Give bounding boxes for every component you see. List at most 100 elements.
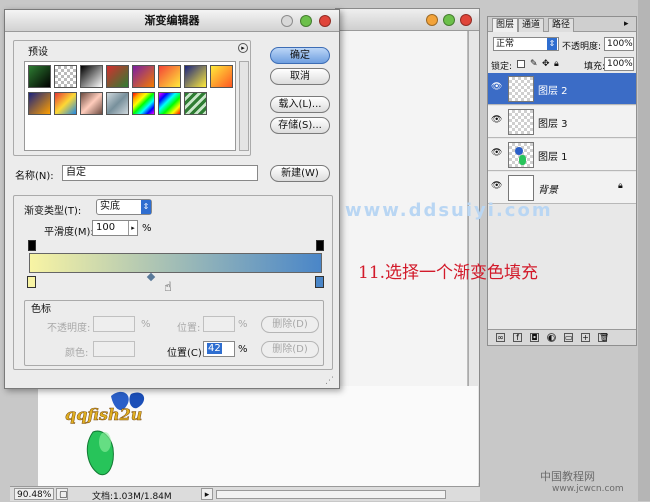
- blend-mode-select[interactable]: 正常 ⇕: [493, 37, 559, 51]
- lock-all-icon[interactable]: 🔒︎: [554, 59, 559, 69]
- location-input: [203, 316, 235, 332]
- eye-icon[interactable]: 👁︎: [491, 182, 502, 191]
- site-url: www.jcwcn.com: [552, 484, 624, 494]
- layer-row[interactable]: 👁︎ 图层 3: [488, 106, 636, 138]
- close-icon[interactable]: [460, 14, 472, 26]
- zoom-level[interactable]: 90.48%: [14, 488, 54, 500]
- layer-name: 图层 3: [538, 119, 568, 130]
- preset-swatch[interactable]: [210, 65, 233, 88]
- color-label: 颜色:: [65, 348, 89, 359]
- color-stop-right[interactable]: [315, 276, 324, 288]
- dropdown-arrow-icon: ⇕: [547, 38, 557, 50]
- stepper-arrow-icon[interactable]: ▸: [128, 221, 137, 235]
- smoothness-value: 100: [96, 222, 116, 233]
- fill-label: 填充:: [584, 62, 606, 72]
- eye-icon[interactable]: 👁︎: [491, 116, 502, 125]
- preset-swatch[interactable]: [28, 65, 51, 88]
- color-swatch: [93, 341, 135, 357]
- trash-icon[interactable]: 🗑︎: [598, 333, 609, 342]
- preset-swatch[interactable]: [184, 65, 207, 88]
- color-stop-left[interactable]: [27, 276, 36, 288]
- presets-scrollbar[interactable]: [239, 61, 249, 151]
- opacity-label: 不透明度:: [562, 42, 602, 52]
- lock-icon: 🔒︎: [618, 181, 623, 191]
- location2-unit: %: [238, 344, 248, 355]
- smoothness-label: 平滑度(M):: [44, 227, 94, 238]
- layer-style-icon[interactable]: f: [513, 333, 522, 342]
- smoothness-input[interactable]: 100 ▸: [92, 220, 138, 236]
- minimize-icon[interactable]: [426, 14, 438, 26]
- preset-swatch[interactable]: [28, 92, 51, 115]
- preset-swatch[interactable]: [158, 92, 181, 115]
- layer-row[interactable]: 👁︎ 图层 2: [488, 73, 636, 105]
- gradient-preview-bar[interactable]: [29, 253, 322, 273]
- name-label: 名称(N):: [15, 171, 54, 182]
- group-icon[interactable]: ▭: [564, 333, 573, 342]
- preset-swatch[interactable]: [54, 92, 77, 115]
- preset-swatch[interactable]: [106, 65, 129, 88]
- layer-name: 背景: [538, 185, 558, 196]
- horizontal-scrollbar[interactable]: [216, 490, 446, 499]
- new-button[interactable]: 新建(W): [270, 165, 330, 182]
- eye-icon[interactable]: 👁︎: [491, 149, 502, 158]
- opacity-stop-right[interactable]: [316, 240, 324, 251]
- fill-input[interactable]: 100%: [604, 57, 634, 71]
- status-arrow-icon[interactable]: ▸: [201, 488, 213, 500]
- delete-opacity-button[interactable]: 删除(D): [261, 316, 319, 333]
- gradient-type-label: 渐变类型(T):: [24, 206, 82, 217]
- opacity-input[interactable]: 100%: [604, 37, 634, 51]
- tab-channels[interactable]: 通道: [518, 18, 545, 32]
- opacity-label: 不透明度:: [47, 323, 91, 334]
- adjustment-icon[interactable]: ◐: [547, 333, 556, 342]
- midpoint-diamond[interactable]: [146, 272, 156, 282]
- opacity-unit: %: [141, 319, 151, 330]
- zoom-icon[interactable]: [300, 15, 312, 27]
- layer-name: 图层 2: [538, 86, 568, 97]
- layer-row[interactable]: 👁︎ 图层 1: [488, 139, 636, 171]
- status-menu-icon[interactable]: ▢: [56, 488, 68, 500]
- status-bar: 90.48% ▢ 文档:1.03M/1.84M ▸: [10, 486, 480, 502]
- layer-name: 图层 1: [538, 152, 568, 163]
- delete-color-button[interactable]: 删除(D): [261, 341, 319, 358]
- canvas-lower[interactable]: qqfish2u: [38, 386, 478, 488]
- eye-icon[interactable]: 👁︎: [491, 83, 502, 92]
- load-button[interactable]: 载入(L)...: [270, 96, 330, 113]
- resize-grip-icon[interactable]: ⋰: [325, 376, 334, 386]
- close-icon[interactable]: [319, 15, 331, 27]
- lock-label: 锁定:: [491, 62, 513, 72]
- tab-paths[interactable]: 路径: [548, 18, 575, 32]
- presets-group: 预设 ▸: [13, 40, 251, 156]
- preset-swatch[interactable]: [210, 92, 233, 115]
- new-layer-icon[interactable]: +: [581, 333, 590, 342]
- preset-swatch[interactable]: [80, 65, 103, 88]
- opacity-stop-left[interactable]: [28, 240, 36, 251]
- presets-menu-icon[interactable]: ▸: [238, 43, 248, 53]
- preset-swatch[interactable]: [184, 92, 207, 115]
- zoom-icon[interactable]: [443, 14, 455, 26]
- name-input[interactable]: 自定: [62, 165, 258, 181]
- location-label: 位置:: [177, 323, 201, 334]
- preset-swatch[interactable]: [54, 65, 77, 88]
- panel-menu-icon[interactable]: ▸: [624, 19, 629, 29]
- preset-swatch[interactable]: [158, 65, 181, 88]
- cancel-button[interactable]: 取消: [270, 68, 330, 85]
- gradient-settings-group: 渐变类型(T): 实底 ⇕ 平滑度(M): 100 ▸ % ☝ 色标 不透明度: %…: [13, 195, 333, 370]
- minimize-icon[interactable]: [281, 15, 293, 27]
- tab-layers[interactable]: 图层: [492, 18, 519, 32]
- lock-paint-icon[interactable]: ✎: [530, 59, 538, 69]
- preset-swatch[interactable]: [132, 92, 155, 115]
- gradient-type-select[interactable]: 实底 ⇕: [96, 199, 152, 215]
- preset-swatch[interactable]: [132, 65, 155, 88]
- preset-swatch[interactable]: [106, 92, 129, 115]
- mask-icon[interactable]: ◘: [530, 333, 539, 342]
- ok-button[interactable]: 确定: [270, 47, 330, 64]
- layer-thumbnail: [508, 142, 534, 168]
- lock-move-icon[interactable]: ✥: [542, 59, 550, 69]
- location2-input[interactable]: 42: [203, 341, 235, 357]
- save-button[interactable]: 存储(S)...: [270, 117, 330, 134]
- document-titlebar: [336, 9, 479, 31]
- site-name: 中国教程网: [540, 470, 595, 483]
- preset-swatch[interactable]: [80, 92, 103, 115]
- link-icon[interactable]: ∞: [496, 333, 505, 342]
- lock-transparent-icon[interactable]: [517, 60, 525, 68]
